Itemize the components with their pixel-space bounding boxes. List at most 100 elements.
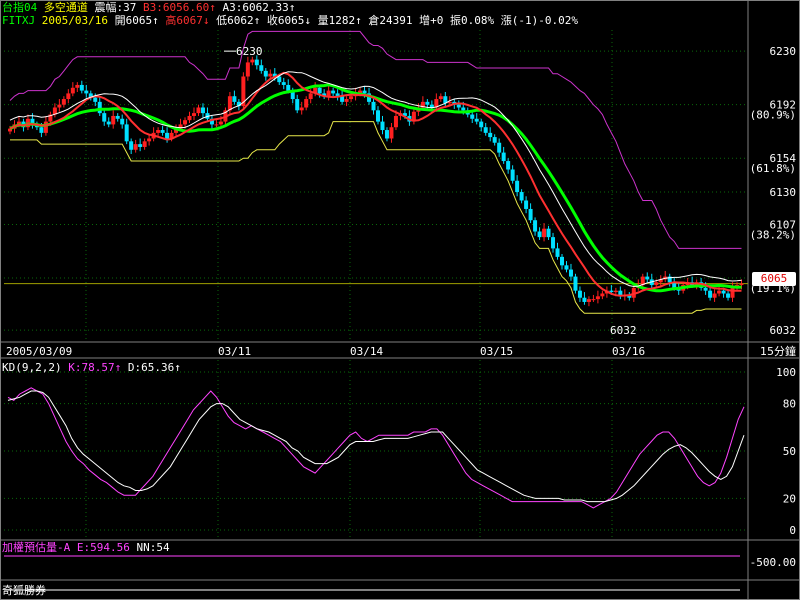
candle-body xyxy=(600,293,605,297)
candle-body xyxy=(474,118,479,122)
kd-header: KD(9,2,2) K:78.57↑ D:65.36↑ xyxy=(2,361,181,374)
vol-header: 加權預估量-A E:594.56 NN:54 xyxy=(2,541,170,554)
candle-body xyxy=(721,290,726,294)
candle-body xyxy=(227,96,232,111)
candle-body xyxy=(133,144,138,150)
low-label: 低6062↑ xyxy=(216,14,261,27)
candle-body xyxy=(582,297,587,302)
candle-body xyxy=(214,124,219,126)
candle-body xyxy=(537,231,542,238)
header-line2: FITXJ 2005/03/16 開6065↑ 高6067↓ 低6062↑ 收6… xyxy=(2,14,578,27)
ma-line-fast xyxy=(9,71,742,297)
candle-body xyxy=(39,127,44,133)
candle-body xyxy=(555,248,560,257)
date-tick-label: 03/11 xyxy=(218,345,251,358)
header-line1: 台指04 多空通道 震幅:37 B3:6056.60↑ A3:6062.33↑ xyxy=(2,1,295,14)
candle-body xyxy=(349,96,354,100)
candle-body xyxy=(147,138,152,142)
price-tick-label: (61.8%) xyxy=(750,162,796,175)
candle-body xyxy=(192,113,196,116)
candle-body xyxy=(263,70,268,77)
candle-body xyxy=(299,107,304,111)
current-price-tag: 6065 xyxy=(752,272,796,286)
oi-change-label: 增+0 xyxy=(419,14,444,27)
candle-body xyxy=(165,132,170,139)
candle-body xyxy=(200,107,205,114)
candle-body xyxy=(726,293,731,298)
candle-body xyxy=(546,228,551,238)
candle-body xyxy=(93,97,98,102)
candle-body xyxy=(389,127,394,139)
candle-body xyxy=(295,99,300,111)
candle-body xyxy=(97,101,102,114)
candle-body xyxy=(308,93,313,100)
candle-body xyxy=(115,115,120,119)
price-tick-label: (80.9%) xyxy=(750,109,796,122)
candle-body xyxy=(245,62,250,77)
candle-body xyxy=(268,73,273,77)
chart-root: 6230 6192 (80.9%) 6154 (61.8%) 6130 6107 (38.2%… xyxy=(0,0,800,600)
candle-body xyxy=(371,101,376,111)
candle-body xyxy=(708,290,713,298)
candle-body xyxy=(577,290,582,298)
outer-border xyxy=(0,0,800,600)
candle-body xyxy=(160,130,165,133)
candle-body xyxy=(57,104,62,108)
candle-body xyxy=(344,99,349,102)
candle-body xyxy=(542,228,547,238)
candle-body xyxy=(79,84,84,91)
candle-body xyxy=(259,65,264,71)
price-tick-label: (38.2%) xyxy=(750,228,796,241)
candle-body xyxy=(250,59,255,63)
date-tick-label: 03/15 xyxy=(480,345,513,358)
candle-body xyxy=(609,290,614,293)
candle-body xyxy=(304,99,309,108)
candle-body xyxy=(438,96,443,100)
candle-body xyxy=(120,118,125,125)
nn-value-label: NN:54 xyxy=(136,541,170,554)
candle-body xyxy=(492,137,497,143)
price-tick-label: 6230 xyxy=(770,45,797,58)
candle-body xyxy=(501,152,506,162)
range-label: 振0.08% xyxy=(449,14,495,27)
candle-body xyxy=(560,256,564,266)
candle-body xyxy=(586,299,591,302)
candle-body xyxy=(524,200,529,209)
candle-body xyxy=(129,141,134,150)
candle-body xyxy=(533,220,538,232)
candle-body xyxy=(519,192,524,201)
candle-body xyxy=(218,121,223,125)
candle-body xyxy=(461,107,466,111)
candle-body xyxy=(75,84,80,88)
vol-title: 加權預估量-A xyxy=(2,541,71,554)
candle-body xyxy=(61,99,66,105)
chart-svg: 62306192(80.9%)6154(61.8%)61306107(38.2%… xyxy=(0,0,800,600)
candle-body xyxy=(362,90,367,94)
candle-body xyxy=(730,287,735,298)
candle-body xyxy=(470,114,475,119)
kd-title: KD(9,2,2) xyxy=(2,361,62,374)
candle-body xyxy=(384,130,389,139)
low-marker-label: 6032 xyxy=(610,324,637,337)
period-label: 15分鐘 xyxy=(760,344,796,358)
date-tick-label: 03/14 xyxy=(350,345,383,358)
candle-body xyxy=(102,113,107,122)
k-value-label: K:78.57↑ xyxy=(68,361,122,374)
candle-body xyxy=(84,90,89,94)
ma-line-slow xyxy=(9,83,742,293)
candle-body xyxy=(196,107,201,114)
candle-body xyxy=(187,115,192,121)
candle-body xyxy=(111,115,116,125)
candle-body xyxy=(331,90,336,94)
candle-body xyxy=(613,290,618,293)
high-label: 高6067↓ xyxy=(165,14,210,27)
channel-upper xyxy=(9,30,742,249)
bid-label: B3:6056.60↑ xyxy=(143,1,216,14)
candle-body xyxy=(528,208,533,221)
amplitude-label: 震幅:37 xyxy=(94,1,137,14)
oi-label: 倉24391 xyxy=(368,14,413,27)
candle-body xyxy=(106,121,111,125)
high-marker-label: 6230 xyxy=(236,45,263,58)
kd-tick-label: 0 xyxy=(789,524,796,537)
kd-tick-label: 100 xyxy=(776,366,796,379)
